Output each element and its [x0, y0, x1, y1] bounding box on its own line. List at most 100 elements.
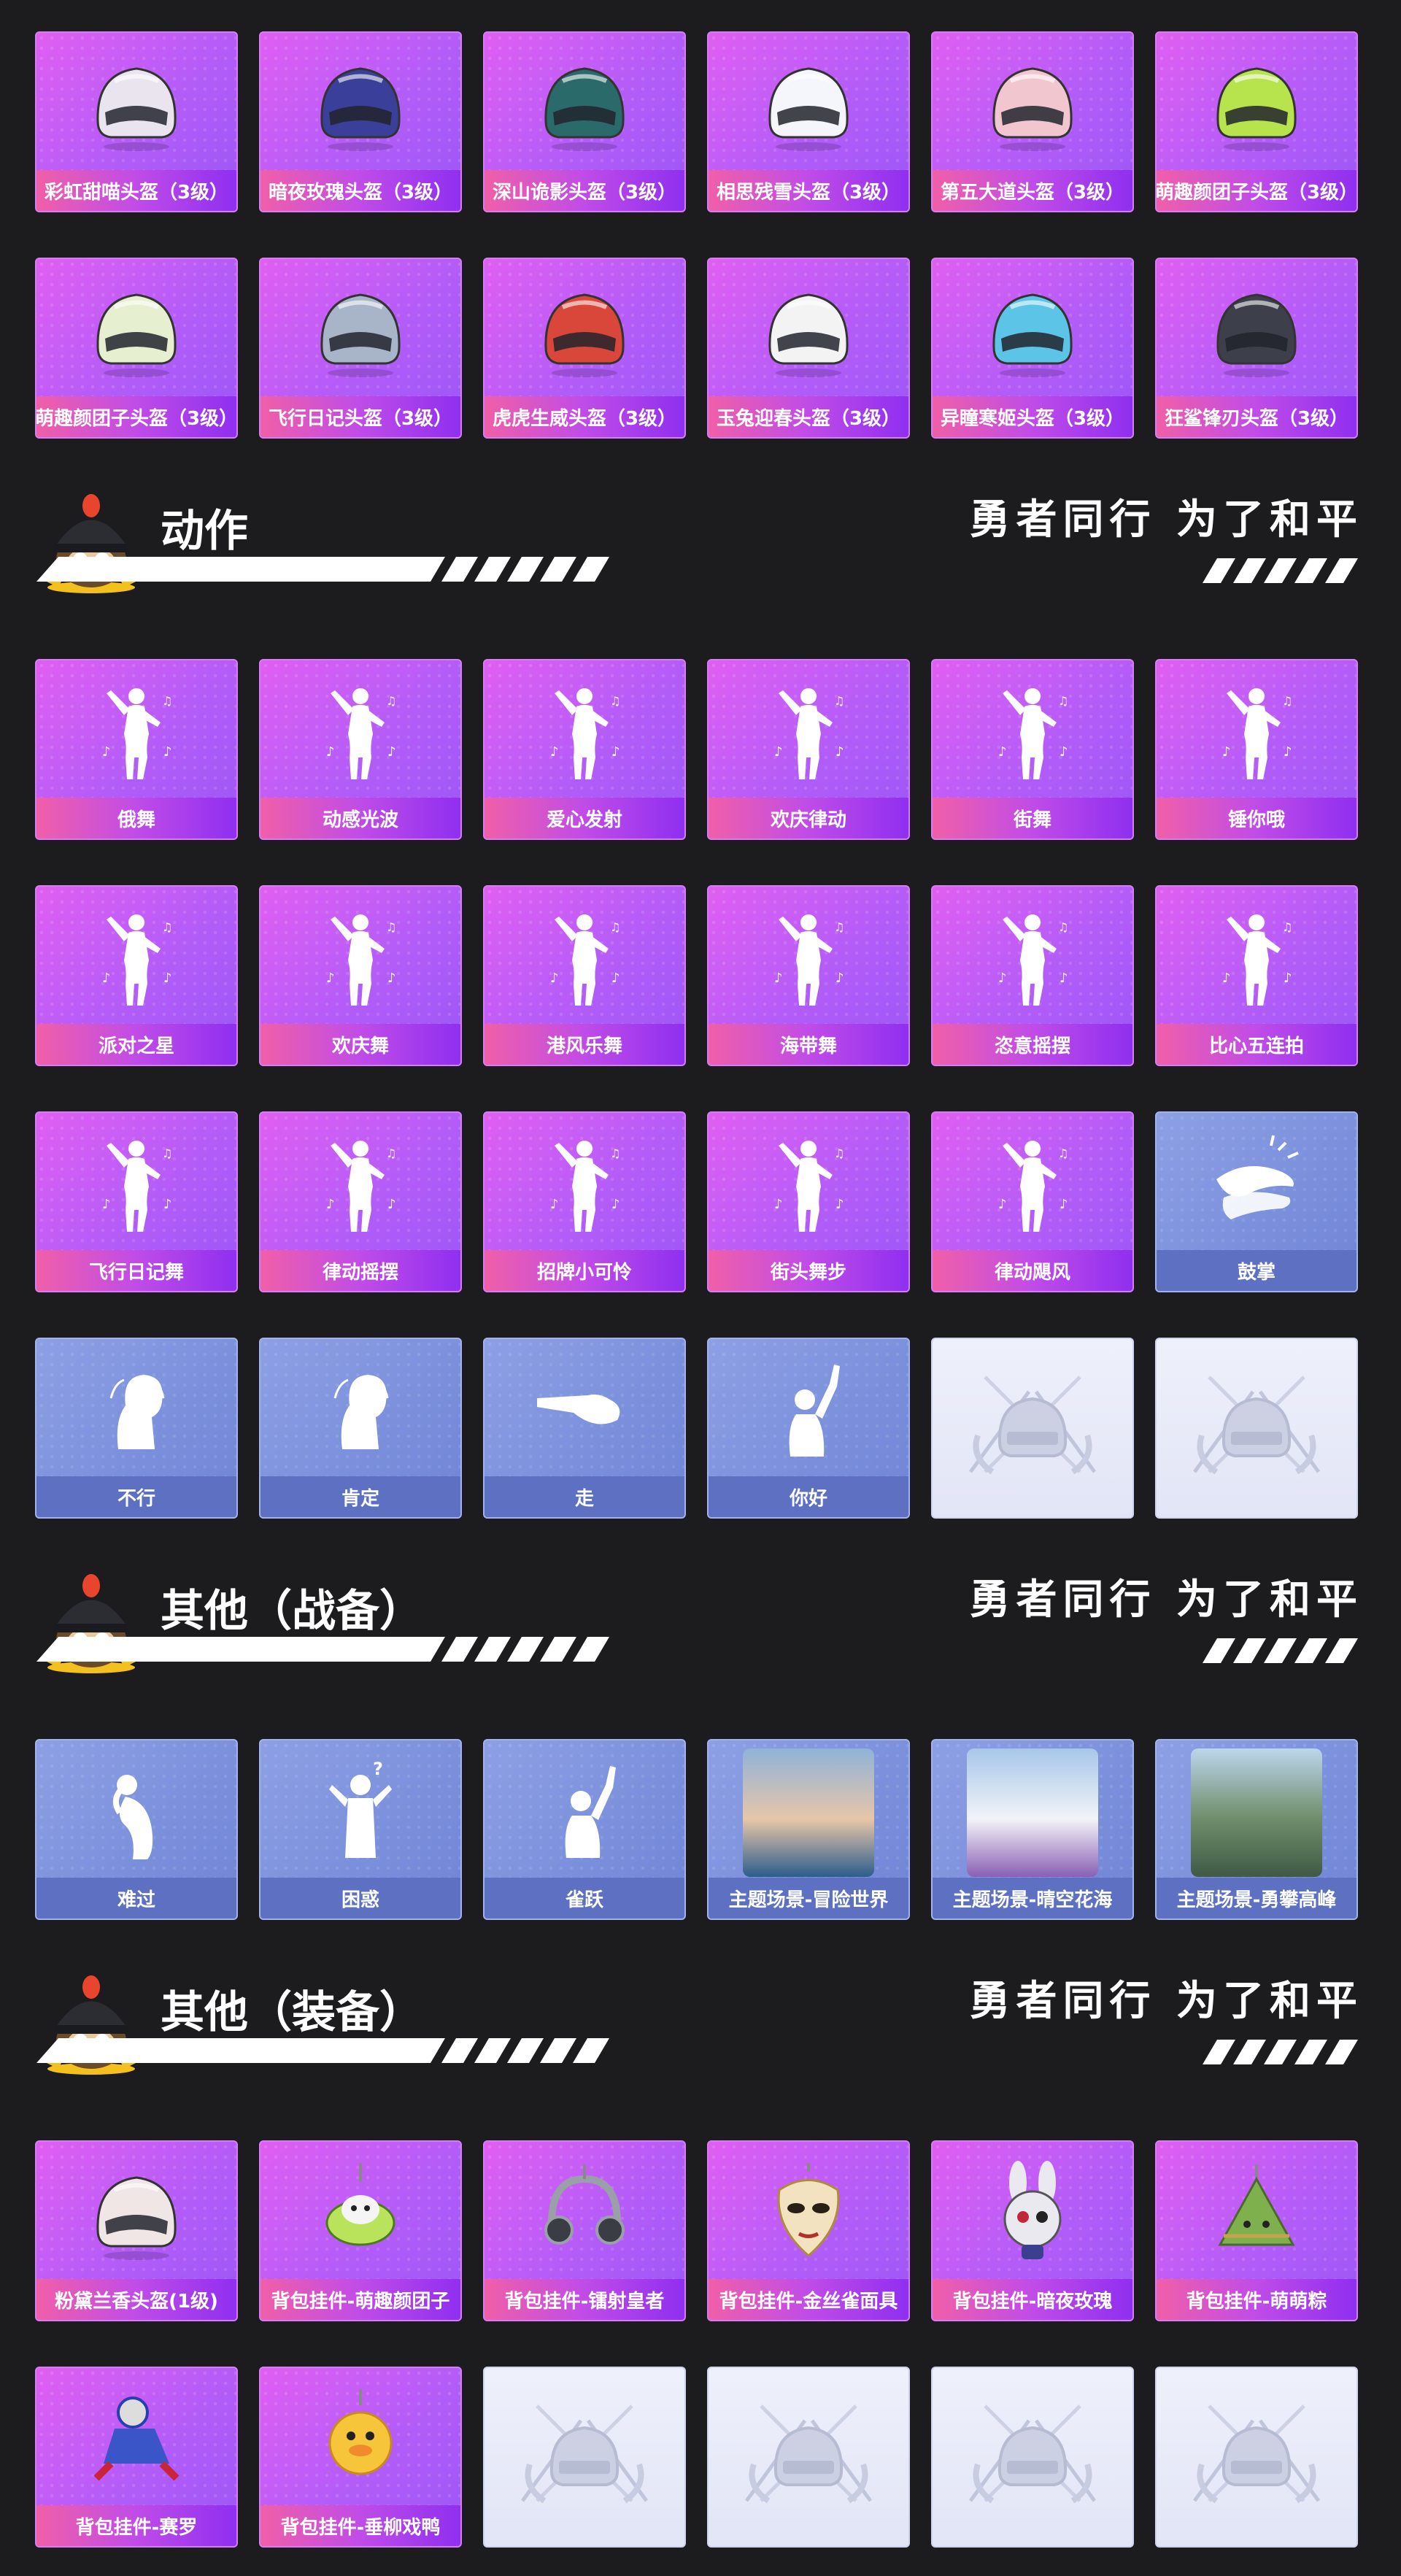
- title-underline: [36, 1637, 609, 1662]
- item-card[interactable]: 主题场景-晴空花海: [931, 1739, 1134, 1920]
- item-card[interactable]: 玉兔迎春头盔（3级）: [707, 258, 910, 439]
- svg-text:♪: ♪: [611, 1197, 620, 1212]
- scene-thumbnail: [709, 1740, 908, 1881]
- item-card[interactable]: ♪ ♫ ♪ 招牌小可怜: [483, 1111, 686, 1292]
- svg-text:♫: ♫: [834, 920, 844, 934]
- item-card[interactable]: 彩虹甜喵头盔（3级）: [35, 31, 238, 212]
- item-card[interactable]: 背包挂件-萌萌粽: [1155, 2140, 1358, 2321]
- empty-slot: [931, 2367, 1134, 2548]
- svg-text:♪: ♪: [326, 1197, 335, 1212]
- svg-text:♪: ♪: [102, 971, 111, 986]
- item-card[interactable]: 背包挂件-暗夜玫瑰: [931, 2140, 1134, 2321]
- item-card[interactable]: ♪ ♫ ♪ 动感光波: [259, 659, 462, 840]
- placeholder-emblem-icon: [1157, 1339, 1356, 1517]
- scene-thumbnail: [933, 1740, 1132, 1881]
- empty-slot: [707, 2367, 910, 2548]
- item-card[interactable]: ♪ ♫ ♪ 飞行日记舞: [35, 1111, 238, 1292]
- item-card[interactable]: 萌趣颜团子头盔（3级）: [35, 258, 238, 439]
- helmet-icon: [36, 259, 236, 399]
- svg-text:♪: ♪: [550, 971, 559, 986]
- slogan-stripes: [1203, 1638, 1358, 1663]
- item-card[interactable]: ♪ ♫ ♪ 恣意摇摆: [931, 885, 1134, 1066]
- item-card[interactable]: 背包挂件-金丝雀面具: [707, 2140, 910, 2321]
- dancer-icon: ♪ ♫ ♪: [1157, 887, 1356, 1027]
- svg-text:♪: ♪: [387, 744, 396, 760]
- item-card[interactable]: 背包挂件-垂柳戏鸭: [259, 2367, 462, 2548]
- item-card[interactable]: 肯定: [259, 1338, 462, 1519]
- helmet-icon: [485, 33, 684, 173]
- item-card[interactable]: ♪ ♫ ♪ 街舞: [931, 659, 1134, 840]
- item-card[interactable]: ♪ ♫ ♪ 俄舞: [35, 659, 238, 840]
- item-label: 走: [485, 1476, 684, 1517]
- item-card[interactable]: 主题场景-勇攀高峰: [1155, 1739, 1358, 1920]
- item-card[interactable]: ♪ ♫ ♪ 爱心发射: [483, 659, 686, 840]
- item-card[interactable]: 难过: [35, 1739, 238, 1920]
- placeholder-emblem-icon: [933, 2368, 1132, 2546]
- item-card[interactable]: 背包挂件-赛罗: [35, 2367, 238, 2548]
- item-label: 爱心发射: [485, 798, 684, 838]
- item-card[interactable]: 主题场景-冒险世界: [707, 1739, 910, 1920]
- svg-text:♪: ♪: [387, 971, 396, 986]
- item-card[interactable]: 萌趣颜团子头盔（3级）: [1155, 31, 1358, 212]
- item-card[interactable]: ♪ ♫ ♪ 街头舞步: [707, 1111, 910, 1292]
- item-card[interactable]: ♪ ♫ ♪ 欢庆舞: [259, 885, 462, 1066]
- slogan: 勇者同行 为了和平: [969, 496, 1363, 544]
- dancer-icon: ♪ ♫ ♪: [709, 1113, 908, 1253]
- item-card[interactable]: 背包挂件-镭射皇者: [483, 2140, 686, 2321]
- svg-text:♪: ♪: [163, 744, 172, 760]
- item-card[interactable]: ? 困惑: [259, 1739, 462, 1920]
- svg-text:♪: ♪: [774, 744, 783, 760]
- item-card[interactable]: 粉黛兰香头盔(1级): [35, 2140, 238, 2321]
- dancer-icon: ♪ ♫ ♪: [709, 660, 908, 801]
- item-card[interactable]: ♪ ♫ ♪ 欢庆律动: [707, 659, 910, 840]
- item-card[interactable]: ♪ ♫ ♪ 律动飓风: [931, 1111, 1134, 1292]
- item-card[interactable]: 雀跃: [483, 1739, 686, 1920]
- svg-text:♫: ♫: [162, 1146, 172, 1160]
- item-card[interactable]: 虎虎生威头盔（3级）: [483, 258, 686, 439]
- helmet-icon: [485, 259, 684, 399]
- item-card[interactable]: ♪ ♫ ♪ 派对之星: [35, 885, 238, 1066]
- item-card[interactable]: 背包挂件-萌趣颜团子: [259, 2140, 462, 2321]
- svg-text:♪: ♪: [774, 1197, 783, 1212]
- svg-text:♫: ♫: [1282, 694, 1292, 708]
- item-card[interactable]: 你好: [707, 1338, 910, 1519]
- item-label: 恣意摇摆: [933, 1024, 1132, 1065]
- mask-icon: [709, 2142, 908, 2282]
- svg-text:♪: ♪: [102, 744, 111, 760]
- item-card[interactable]: ♪ ♫ ♪ 海带舞: [707, 885, 910, 1066]
- item-card[interactable]: ♪ ♫ ♪ 锤你哦: [1155, 659, 1358, 840]
- item-card[interactable]: 飞行日记头盔（3级）: [259, 258, 462, 439]
- item-card[interactable]: 走: [483, 1338, 686, 1519]
- item-label: 主题场景-晴空花海: [933, 1878, 1132, 1918]
- sad-pose-icon: [36, 1740, 236, 1881]
- item-card[interactable]: 暗夜玫瑰头盔（3级）: [259, 31, 462, 212]
- item-label: 背包挂件-金丝雀面具: [709, 2279, 908, 2320]
- item-card[interactable]: ♪ ♫ ♪ 律动摇摆: [259, 1111, 462, 1292]
- item-card[interactable]: 不行: [35, 1338, 238, 1519]
- svg-text:♪: ♪: [326, 744, 335, 760]
- slogan: 勇者同行 为了和平: [969, 1576, 1363, 1624]
- item-card[interactable]: ♪ ♫ ♪ 比心五连拍: [1155, 885, 1358, 1066]
- svg-text:♫: ♫: [610, 694, 620, 708]
- item-label: 异瞳寒姬头盔（3级）: [933, 396, 1132, 437]
- svg-text:♫: ♫: [610, 920, 620, 934]
- item-label: 鼓掌: [1157, 1250, 1356, 1291]
- item-card[interactable]: 狂鲨锋刃头盔（3级）: [1155, 258, 1358, 439]
- item-label: 萌趣颜团子头盔（3级）: [36, 396, 236, 437]
- item-label: 狂鲨锋刃头盔（3级）: [1157, 396, 1356, 437]
- confused-pose-icon: ?: [260, 1740, 460, 1881]
- item-card[interactable]: 鼓掌: [1155, 1111, 1358, 1292]
- title-underline: [36, 557, 609, 582]
- item-label: 背包挂件-垂柳戏鸭: [260, 2505, 460, 2546]
- item-card[interactable]: 第五大道头盔（3级）: [931, 31, 1134, 212]
- item-label: 招牌小可怜: [485, 1250, 684, 1291]
- item-card[interactable]: 深山诡影头盔（3级）: [483, 31, 686, 212]
- item-card[interactable]: ♪ ♫ ♪ 港风乐舞: [483, 885, 686, 1066]
- item-card[interactable]: 相思残雪头盔（3级）: [707, 31, 910, 212]
- svg-text:♫: ♫: [1058, 920, 1068, 934]
- dancer-icon: ♪ ♫ ♪: [933, 887, 1132, 1027]
- item-label: 欢庆舞: [260, 1024, 460, 1065]
- svg-text:♪: ♪: [163, 1197, 172, 1212]
- svg-text:?: ?: [373, 1759, 383, 1779]
- item-card[interactable]: 异瞳寒姬头盔（3级）: [931, 258, 1134, 439]
